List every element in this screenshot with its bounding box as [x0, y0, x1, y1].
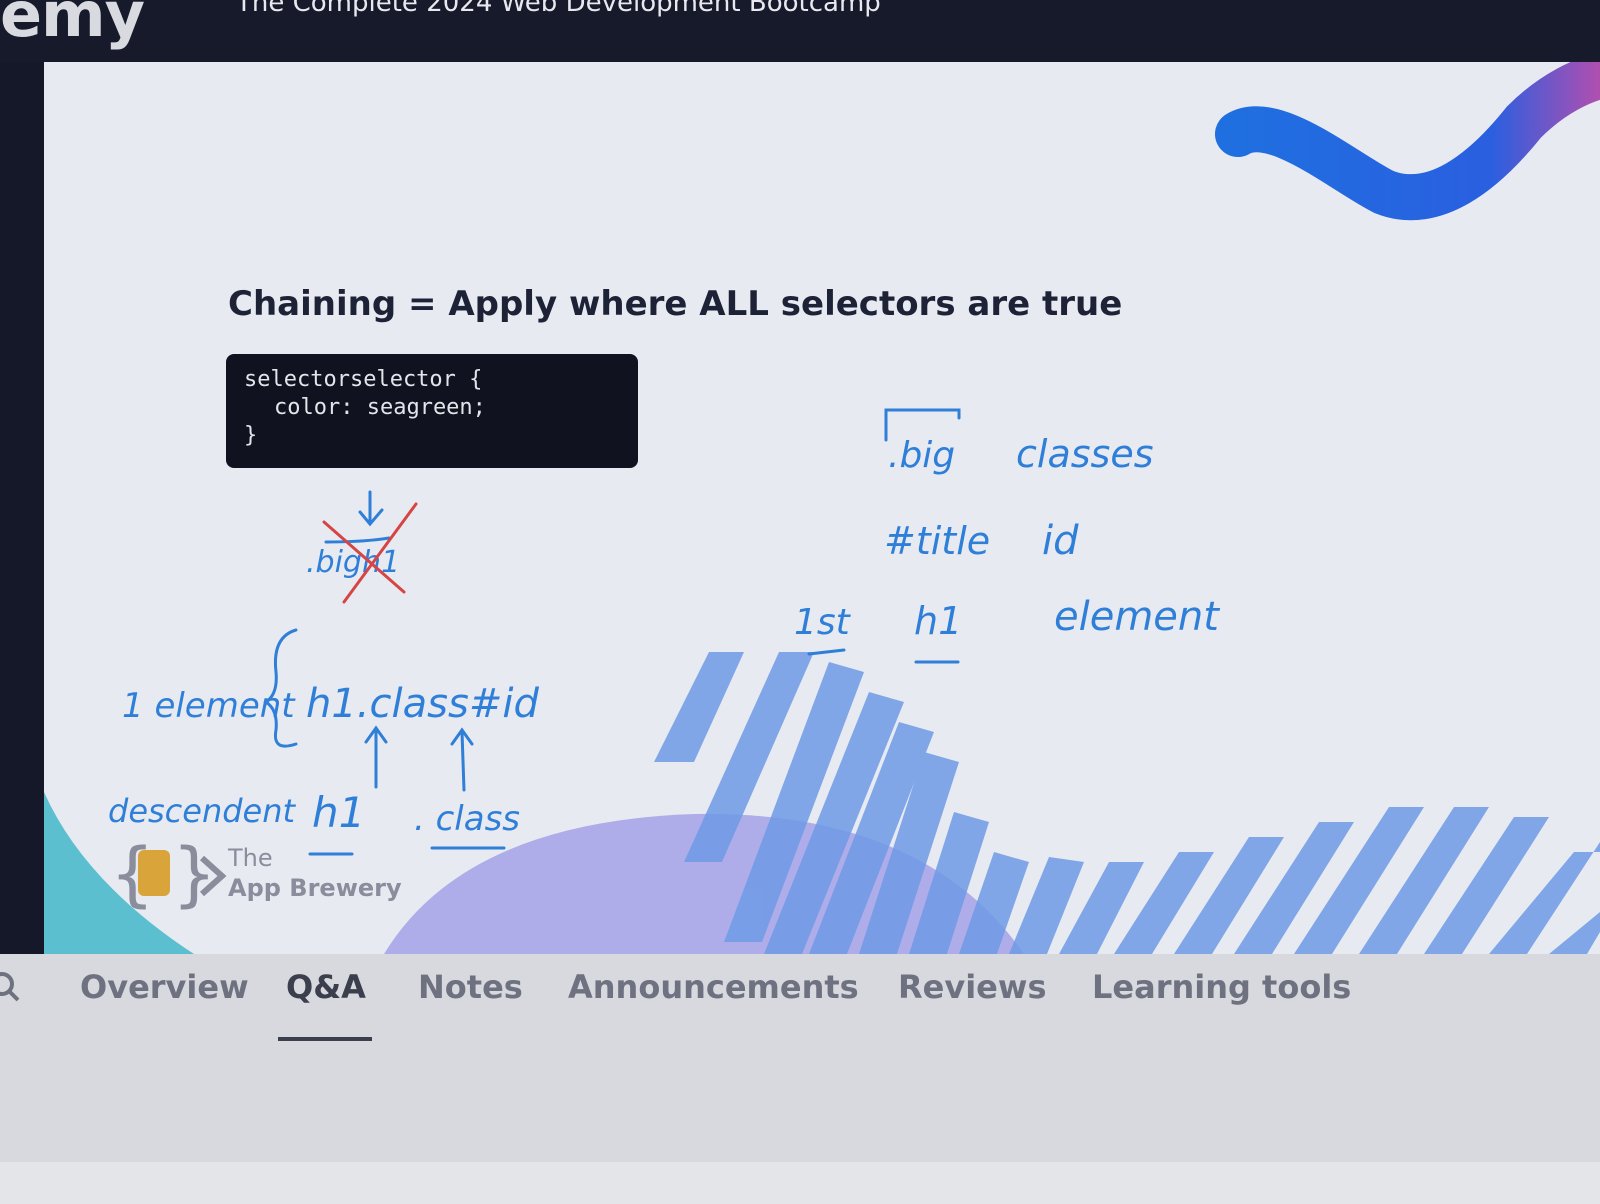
app-brewery-brand: { } The App Brewery — [110, 832, 402, 914]
tab-notes[interactable]: Notes — [418, 968, 523, 1006]
code-line-3: } — [244, 423, 258, 448]
tab-overview[interactable]: Overview — [80, 968, 249, 1006]
diagonal-stripes — [654, 652, 1600, 954]
slide-decoration — [44, 62, 1600, 954]
site-logo[interactable]: emy — [0, 0, 145, 51]
tab-announcements[interactable]: Announcements — [568, 968, 859, 1006]
code-line-2: color: seagreen; — [274, 395, 486, 420]
brand-line-1: The — [228, 844, 273, 872]
svg-text:}: } — [172, 833, 217, 914]
video-player[interactable]: Chaining = Apply where ALL selectors are… — [44, 62, 1600, 954]
code-block: selectorselector { color: seagreen; } — [226, 354, 638, 468]
course-title[interactable]: The Complete 2024 Web Development Bootca… — [236, 0, 881, 18]
tab-qa[interactable]: Q&A — [286, 968, 366, 1006]
app-brewery-logo-icon: { } — [110, 833, 227, 914]
tab-reviews[interactable]: Reviews — [898, 968, 1046, 1006]
code-line-1: selectorselector { — [244, 367, 483, 392]
brand-line-2: App Brewery — [228, 874, 402, 902]
content-area-edge — [0, 1162, 1600, 1204]
video-left-edge — [0, 62, 44, 954]
active-tab-indicator — [278, 1037, 372, 1041]
wave-shape — [1215, 62, 1600, 221]
top-bar: emy The Complete 2024 Web Development Bo… — [0, 0, 1600, 62]
search-icon[interactable] — [0, 970, 26, 1006]
slide-title: Chaining = Apply where ALL selectors are… — [228, 284, 1123, 324]
tab-learning-tools[interactable]: Learning tools — [1092, 968, 1351, 1006]
